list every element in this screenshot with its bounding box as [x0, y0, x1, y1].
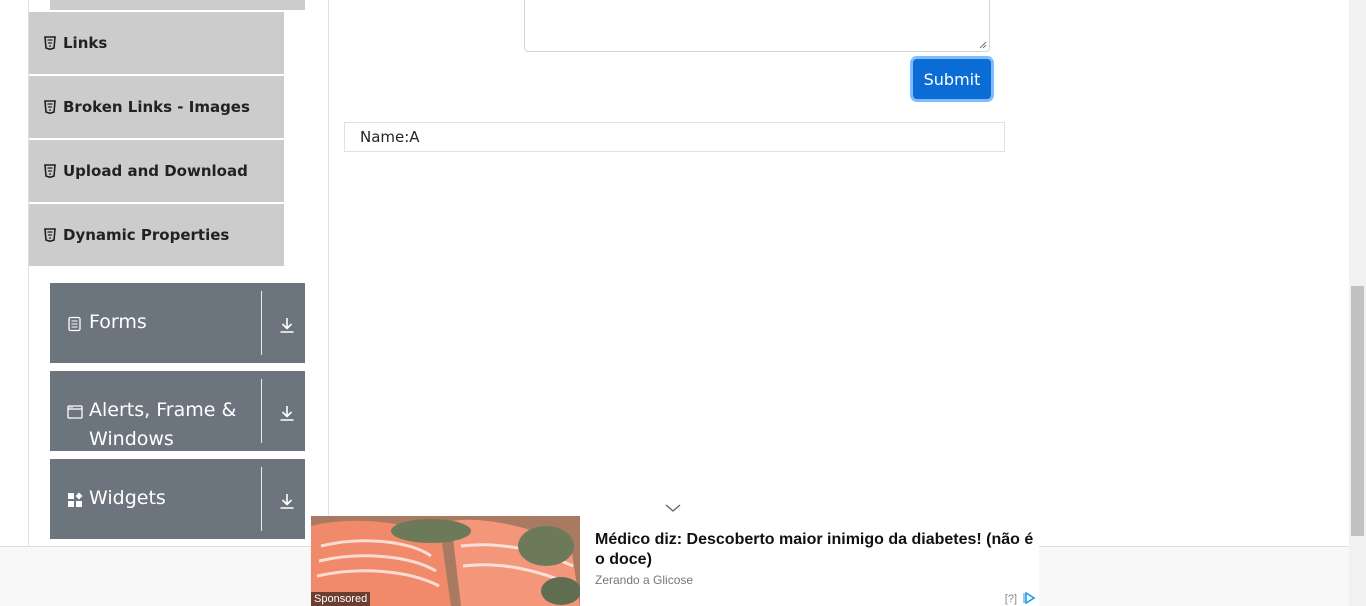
- window-icon: [67, 405, 83, 419]
- sidebar-item-broken-links[interactable]: Broken Links - Images: [29, 76, 284, 138]
- page: Links Broken Links - Images Upload and D…: [0, 0, 1366, 606]
- sponsored-label: Sponsored: [311, 592, 371, 606]
- group-widgets[interactable]: Widgets: [50, 459, 305, 539]
- sponsored-ad[interactable]: Sponsored Médico diz: Descoberto maior i…: [311, 516, 1039, 606]
- sidebar-item-upload-download[interactable]: Upload and Download: [29, 140, 284, 202]
- divider: [261, 291, 262, 355]
- sidebar-item-previous[interactable]: [50, 0, 305, 10]
- group-title: Forms: [89, 311, 147, 333]
- group-title: Widgets: [89, 487, 166, 509]
- group-title: Alerts, Frame & Windows: [89, 399, 237, 450]
- sidebar-item-label: Dynamic Properties: [63, 226, 230, 244]
- ad-source[interactable]: Zerando a Glicose: [595, 573, 693, 587]
- resize-handle-icon[interactable]: [979, 41, 987, 49]
- vertical-scrollbar[interactable]: [1349, 0, 1366, 606]
- divider: [261, 379, 262, 443]
- adchoices-icon[interactable]: [1023, 592, 1037, 604]
- group-alerts-frame-windows[interactable]: Alerts, Frame & Windows: [50, 371, 305, 451]
- ad-image[interactable]: Sponsored: [311, 516, 580, 606]
- permanent-address-textarea[interactable]: [524, 0, 990, 52]
- html5-icon: [44, 36, 56, 50]
- chevron-down-icon[interactable]: [664, 502, 682, 514]
- sidebar-item-links[interactable]: Links: [29, 12, 284, 74]
- html5-icon: [44, 100, 56, 114]
- output-name: Name:A: [344, 122, 1005, 152]
- sidebar-item-dynamic-properties[interactable]: Dynamic Properties: [29, 204, 284, 266]
- sidebar-item-label: Broken Links - Images: [63, 98, 250, 116]
- sidebar-item-label: Links: [63, 34, 108, 52]
- left-panel: Links Broken Links - Images Upload and D…: [28, 0, 329, 546]
- download-arrow-icon[interactable]: [278, 492, 296, 510]
- html5-icon: [44, 164, 56, 178]
- form-icon: [68, 316, 81, 332]
- widgets-icon: [68, 492, 83, 507]
- download-arrow-icon[interactable]: [278, 404, 296, 422]
- download-arrow-icon[interactable]: [278, 316, 296, 334]
- html5-icon: [44, 228, 56, 242]
- submit-button[interactable]: Submit: [913, 59, 991, 99]
- divider: [261, 467, 262, 531]
- ad-headline[interactable]: Médico diz: Descoberto maior inimigo da …: [595, 530, 1037, 570]
- scrollbar-thumb[interactable]: [1351, 286, 1364, 536]
- sidebar-item-label: Upload and Download: [63, 162, 248, 180]
- group-forms[interactable]: Forms: [50, 283, 305, 363]
- ad-info-link[interactable]: [?]: [1005, 593, 1017, 605]
